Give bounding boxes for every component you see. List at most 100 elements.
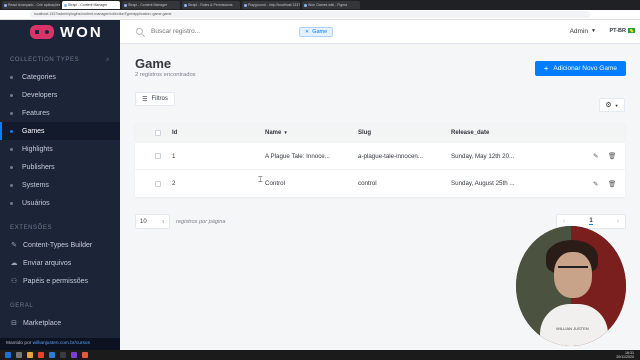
cell-name: Control	[265, 180, 285, 187]
table-header: Id Name ▼ Slug Release_date	[135, 123, 625, 143]
column-header-release-date[interactable]: Release_date	[451, 130, 489, 136]
bullet-icon	[10, 129, 13, 133]
sidebar-item-marketplace[interactable]: ⊟ Marketplace	[0, 314, 120, 332]
cell-slug: control	[358, 180, 377, 187]
table-row[interactable]: 2 Control control Sunday, August 25th ..…	[135, 170, 625, 197]
browser-tab[interactable]: React Avançado - Crie aplicações	[2, 1, 60, 9]
sidebar-item-categories[interactable]: Categories	[0, 68, 120, 86]
trash-icon[interactable]: 🗑	[608, 180, 616, 188]
gear-icon: ⚙	[605, 102, 612, 109]
row-checkbox[interactable]	[155, 180, 161, 187]
search-icon	[136, 28, 143, 35]
cell-release-date: Sunday, May 12th 20...	[451, 152, 515, 160]
cell-id: 2	[172, 180, 176, 187]
cell-slug: a-plague-tale-innocen...	[358, 152, 424, 160]
cell-name: A Plague Tale: Innoce...	[265, 152, 330, 160]
column-header-id[interactable]: Id	[172, 130, 177, 136]
close-icon[interactable]: ✕	[305, 29, 309, 35]
sidebar-item-games[interactable]: Games	[0, 122, 120, 140]
caret-down-icon: ▼	[614, 102, 619, 108]
start-icon[interactable]	[5, 352, 11, 358]
terminal-icon[interactable]	[60, 352, 66, 358]
figma-icon[interactable]	[82, 352, 88, 358]
bullet-icon	[10, 93, 13, 97]
browser-tab[interactable]: Strapi - Content Manager	[122, 1, 180, 9]
presenter-face	[554, 252, 592, 298]
bullet-icon	[10, 111, 13, 115]
vscode-icon[interactable]	[49, 352, 55, 358]
sidebar-item-systems[interactable]: Systems	[0, 176, 120, 194]
sidebar-item-content-types-builder[interactable]: ✎ Content-Types Builder	[0, 236, 120, 254]
list-settings-button[interactable]: ⚙ ▼	[599, 98, 625, 112]
cell-release-date: Sunday, August 25th ...	[451, 180, 515, 187]
cloud-upload-icon: ☁	[10, 259, 18, 267]
current-page[interactable]: 1	[589, 218, 593, 225]
edit-icon[interactable]: ✎	[593, 180, 598, 188]
bullet-icon	[10, 201, 13, 205]
search-tag[interactable]: ✕ Game	[299, 26, 334, 37]
sidebar-item-features[interactable]: Features	[0, 104, 120, 122]
cell-id: 1	[172, 152, 176, 160]
search-input[interactable]	[151, 28, 291, 35]
edit-icon[interactable]: ✎	[593, 152, 598, 160]
search-icon[interactable]: ⌕	[106, 57, 110, 64]
plus-icon: +	[543, 64, 549, 73]
language-selector[interactable]: PT-BR	[610, 28, 627, 34]
taskbar-clock[interactable]: 18:31 20/11/2020	[616, 351, 634, 359]
row-checkbox[interactable]	[155, 153, 161, 159]
webcam-overlay: WILLIAN JUSTEN	[516, 226, 626, 346]
sidebar-item-usuarios[interactable]: Usuários	[0, 194, 120, 212]
sidebar-item-publishers[interactable]: Publishers	[0, 158, 120, 176]
next-page-icon[interactable]: ›	[617, 219, 619, 225]
obs-icon[interactable]	[71, 352, 77, 358]
browser-tab[interactable]: Strapi - Roles & Permissions	[182, 1, 240, 9]
column-header-slug[interactable]: Slug	[358, 130, 371, 136]
bullet-icon	[10, 165, 13, 169]
browser-tab[interactable]: Won Games wiki - Figma	[302, 1, 360, 9]
per-page-select[interactable]: 10 ⇕	[135, 214, 170, 229]
footer-link[interactable]: willianjusten.com.br/cursos	[33, 341, 90, 346]
mouse-cursor-icon: ⌶	[258, 175, 263, 184]
brand-logo[interactable]: WON	[0, 20, 120, 44]
shopping-basket-icon: ⊟	[11, 319, 17, 327]
content-area: Game 2 registros encontrados + Adicionar …	[120, 44, 640, 118]
table-row[interactable]: 1 A Plague Tale: Innoce... a-plague-tale…	[135, 143, 625, 170]
user-menu[interactable]: Admin	[570, 28, 588, 35]
sidebar-item-papeis-permissoes[interactable]: ⚇ Papéis e permissões	[0, 272, 120, 290]
filters-button[interactable]: ☰ Filtros	[135, 92, 175, 106]
section-general: GERAL	[10, 303, 34, 309]
per-page-control: 10 ⇕ registros por página	[135, 214, 225, 229]
column-header-name[interactable]: Name ▼	[265, 130, 288, 136]
records-table: Id Name ▼ Slug Release_date 1 A Plague Ta…	[135, 123, 625, 197]
filter-icon: ☰	[142, 96, 148, 103]
trash-icon[interactable]: 🗑	[608, 152, 616, 160]
browser-address-bar: ‹ › ↻ localhost:1337/admin/plugins/conte…	[0, 10, 640, 27]
add-new-button[interactable]: + Adicionar Novo Game	[534, 61, 626, 76]
bullet-icon	[10, 75, 13, 79]
sidebar-item-highlights[interactable]: Highlights	[0, 140, 120, 158]
paint-brush-icon: ✎	[11, 241, 17, 249]
per-page-label: registros por página	[176, 218, 226, 225]
presenter-glasses	[558, 266, 588, 272]
caret-down-icon[interactable]: ▼	[591, 28, 596, 34]
sidebar-item-developers[interactable]: Developers	[0, 86, 120, 104]
users-icon: ⚇	[10, 277, 18, 285]
select-all-checkbox[interactable]	[155, 130, 161, 136]
prev-page-icon[interactable]: ‹	[563, 219, 565, 225]
folder-icon[interactable]	[27, 352, 33, 358]
sidebar-item-enviar-arquivos[interactable]: ☁ Enviar arquivos	[0, 254, 120, 272]
browser-tab-active[interactable]: Strapi - Content Manager	[62, 1, 120, 9]
browser-tab[interactable]: Playground - http://localhost:1337	[242, 1, 300, 9]
shirt-text: WILLIAN JUSTEN	[556, 326, 589, 331]
gamepad-logo-icon	[30, 25, 54, 39]
chrome-icon[interactable]	[38, 352, 44, 358]
top-header: ✕Game Admin ▼ PT-BR	[120, 20, 640, 44]
browser-tab-bar: React Avançado - Crie aplicações Strapi …	[0, 0, 640, 10]
sort-desc-icon: ▼	[283, 130, 288, 135]
bullet-icon	[10, 183, 13, 187]
search-icon[interactable]	[16, 352, 22, 358]
section-extensions: EXTENSÕES	[10, 225, 53, 231]
address-input[interactable]: localhost:1337/admin/plugins/content-man…	[30, 11, 590, 18]
brazil-flag-icon	[628, 28, 635, 33]
sidebar: WON COLLECTION TYPES ⌕ Categories Develo…	[0, 20, 120, 350]
